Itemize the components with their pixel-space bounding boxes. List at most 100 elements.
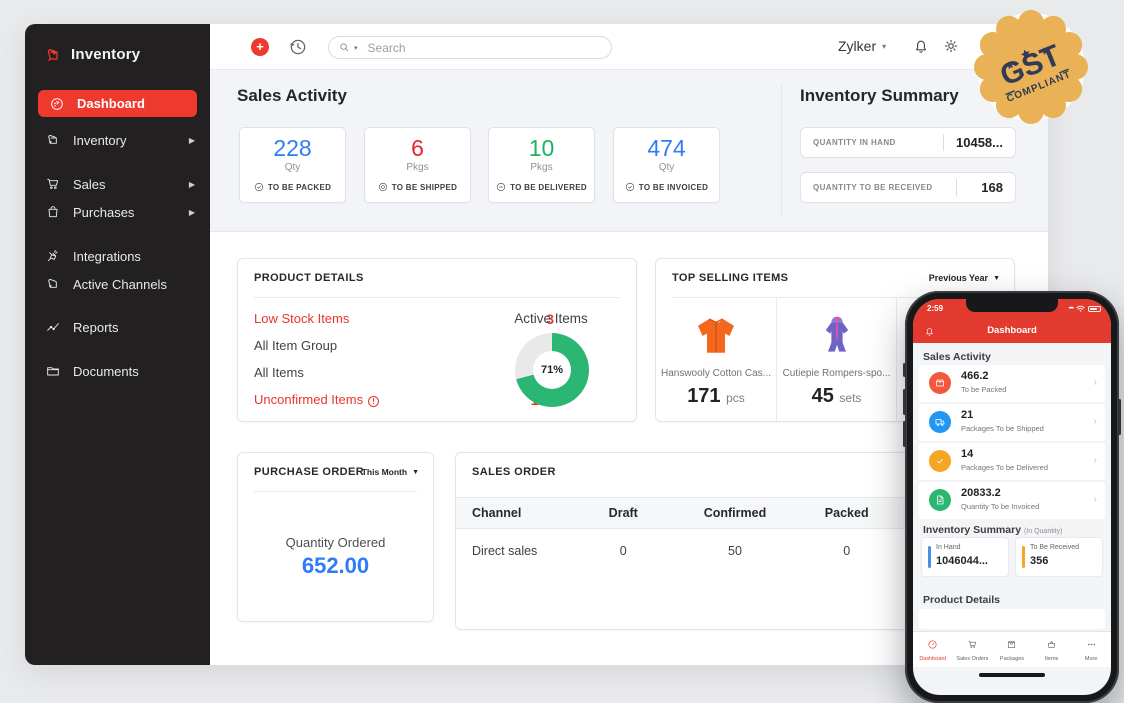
unconfirmed-items-row[interactable]: Unconfirmed Items! 121	[254, 392, 554, 407]
col-confirmed[interactable]: Confirmed	[679, 498, 790, 529]
top-selling-period-filter[interactable]: Previous Year▼	[929, 273, 1000, 283]
phone-tab-more[interactable]: More	[1071, 632, 1111, 667]
card-label: In Hand	[936, 544, 961, 551]
sidebar-item-label: Purchases	[73, 205, 177, 220]
row-value: 168	[957, 180, 1015, 195]
sidebar-item-documents[interactable]: Documents	[45, 359, 195, 383]
row-value: 10458...	[944, 135, 1015, 150]
phone-tab-sales-orders[interactable]: Sales Orders	[953, 632, 993, 667]
sidebar-item-reports[interactable]: Reports	[45, 315, 195, 339]
all-items-row[interactable]: All Items 190	[254, 365, 554, 380]
card-value: 6	[365, 135, 470, 162]
to-be-packed-card[interactable]: 228 Qty TO BE PACKED	[239, 127, 346, 203]
search-icon	[339, 42, 350, 53]
settings-gear-button[interactable]	[942, 37, 960, 55]
all-item-group-row[interactable]: All Item Group 39	[254, 338, 554, 353]
chevron-right-icon: ›	[1094, 455, 1097, 466]
phone-tab-packages[interactable]: Packages	[992, 632, 1032, 667]
product-details-card: PRODUCT DETAILS Low Stock Items 3 All It…	[237, 258, 637, 422]
app-logo: Inventory	[45, 46, 140, 63]
cell-draft: 0	[567, 529, 679, 573]
phone-tab-items[interactable]: Items	[1032, 632, 1072, 667]
product-qty: 45 sets	[777, 385, 896, 408]
top-selling-item[interactable]: Hanswooly Cotton Cas... 171 pcs	[656, 298, 776, 422]
chevron-right-icon: ›	[1094, 416, 1097, 427]
row-label: QUANTITY IN HAND	[801, 138, 943, 147]
col-packed[interactable]: Packed	[791, 498, 903, 529]
org-switcher[interactable]: Zylker ▾	[838, 38, 886, 54]
sidebar-item-sales[interactable]: Sales ▶	[45, 172, 195, 196]
phone-to-be-packed-row[interactable]: 466.2 To be Packed ›	[919, 365, 1105, 402]
phone-inventory-summary-subtitle: (In Quantity)	[1024, 528, 1063, 535]
chevron-right-icon: ▶	[189, 180, 195, 189]
phone-tab-bar: Dashboard Sales Orders Packages Items Mo…	[913, 631, 1111, 667]
sidebar-item-integrations[interactable]: Integrations	[45, 244, 195, 268]
card-label: TO BE INVOICED	[614, 182, 719, 192]
accent-bar	[1022, 546, 1025, 568]
row-label: Packages To be Delivered	[961, 463, 1048, 472]
top-selling-item[interactable]: Cutiepie Rompers-spo... 45 sets	[776, 298, 896, 422]
divider	[254, 491, 417, 492]
phone-volume-up-button	[903, 389, 906, 415]
search-input[interactable]: ▾ Search	[328, 36, 612, 59]
to-be-delivered-card[interactable]: 10 Pkgs TO BE DELIVERED	[488, 127, 595, 203]
phone-product-details-title: Product Details	[923, 594, 1000, 606]
phone-in-hand-card[interactable]: In Hand 1046044...	[921, 537, 1009, 577]
phone-tab-dashboard[interactable]: Dashboard	[913, 632, 953, 667]
row-value: 20833.2	[961, 487, 1001, 499]
phone-page-title: Dashboard	[913, 325, 1111, 336]
documents-folder-icon	[45, 363, 61, 379]
app-window: Inventory Dashboard Inventory ▶ Sales ▶	[25, 24, 1048, 665]
more-ellipsis-icon	[1086, 639, 1097, 650]
package-icon	[929, 372, 951, 394]
donut-percent-label: 71%	[541, 364, 563, 376]
cell-channel: Direct sales	[456, 529, 567, 573]
recent-history-button[interactable]	[288, 37, 308, 57]
reports-chart-icon	[45, 319, 61, 335]
product-image-romper	[810, 310, 864, 364]
to-be-shipped-card[interactable]: 6 Pkgs TO BE SHIPPED	[364, 127, 471, 203]
col-draft[interactable]: Draft	[567, 498, 679, 529]
sales-cart-icon	[45, 176, 61, 192]
active-items-label: Active Items	[488, 311, 614, 326]
purchase-order-period-filter[interactable]: This Month▼	[362, 467, 419, 477]
sidebar-item-inventory[interactable]: Inventory ▶	[45, 128, 195, 152]
sidebar-item-purchases[interactable]: Purchases ▶	[45, 200, 195, 224]
card-value: 474	[614, 135, 719, 162]
phone-to-be-invoiced-row[interactable]: 20833.2 Quantity To be Invoiced ›	[919, 482, 1105, 519]
minus-circle-icon	[496, 182, 506, 192]
sidebar-item-dashboard[interactable]: Dashboard	[38, 90, 197, 117]
card-unit: Pkgs	[489, 162, 594, 173]
quick-create-button[interactable]: +	[251, 38, 269, 56]
card-value: 1046044...	[936, 555, 988, 567]
cart-icon	[967, 639, 978, 650]
phone-volume-down-button	[903, 421, 906, 447]
phone-inventory-summary-title: Inventory Summary (In Quantity)	[923, 524, 1062, 536]
col-channel[interactable]: Channel	[456, 498, 567, 529]
product-name: Hanswooly Cotton Cas...	[656, 368, 776, 379]
sidebar-item-label: Dashboard	[77, 96, 197, 111]
dashboard-icon	[49, 96, 65, 112]
sidebar-item-label: Active Channels	[73, 277, 195, 292]
phone-notch	[966, 299, 1058, 312]
purchases-bag-icon	[45, 204, 61, 220]
phone-to-be-delivered-row[interactable]: 14 Packages To be Delivered ›	[919, 443, 1105, 480]
phone-home-indicator[interactable]	[979, 673, 1045, 677]
signal-icon: ••••	[1069, 306, 1073, 312]
basket-icon	[1046, 639, 1057, 650]
phone-power-button	[1118, 399, 1121, 435]
target-circle-icon	[378, 182, 388, 192]
truck-icon	[929, 411, 951, 433]
active-items-donut-chart[interactable]: 71%	[515, 333, 589, 407]
phone-to-be-shipped-row[interactable]: 21 Packages To be Shipped ›	[919, 404, 1105, 441]
phone-to-be-received-card[interactable]: To Be Received 356	[1015, 537, 1103, 577]
sidebar-item-active-channels[interactable]: Active Channels	[45, 272, 195, 296]
info-icon[interactable]: !	[368, 396, 379, 407]
topbar: + ▾ Search Zylker ▾	[210, 24, 1048, 70]
purchase-order-heading: PURCHASE ORDER	[254, 466, 364, 478]
to-be-invoiced-card[interactable]: 474 Qty TO BE INVOICED	[613, 127, 720, 203]
notifications-bell-button[interactable]	[912, 37, 930, 55]
search-scope-caret-icon[interactable]: ▾	[354, 44, 358, 52]
quantity-to-be-received-row[interactable]: QUANTITY TO BE RECEIVED 168	[800, 172, 1016, 203]
phone-screen: 2:59 •••• Dashboard Sales Activity 466.2…	[913, 299, 1111, 695]
